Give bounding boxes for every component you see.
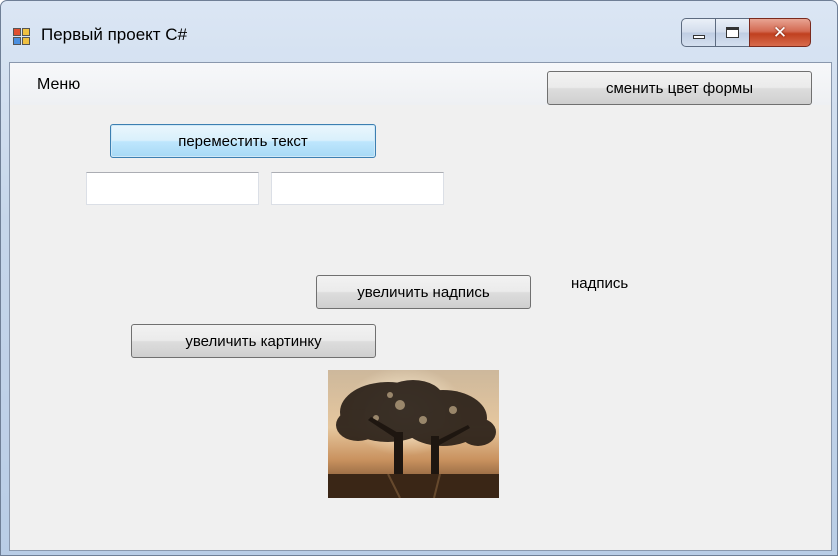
close-icon: ✕ <box>772 22 788 43</box>
tree-picture <box>328 370 499 498</box>
move-text-button[interactable]: переместить текст <box>110 124 376 158</box>
maximize-button[interactable] <box>715 18 749 47</box>
window-title: Первый проект C# <box>41 25 188 44</box>
app-icon[interactable] <box>13 28 31 46</box>
minimize-icon <box>692 34 705 39</box>
close-button[interactable]: ✕ <box>749 18 811 47</box>
title-bar[interactable]: Первый проект C# ✕ <box>1 1 837 61</box>
maximize-icon <box>726 27 739 38</box>
enlarge-label-button[interactable]: увеличить надпись <box>316 275 531 309</box>
first-text-input[interactable] <box>86 172 259 205</box>
window-controls: ✕ <box>681 18 811 47</box>
app-window: Первый проект C# ✕ Меню сменить цвет фор… <box>0 0 838 556</box>
enlarge-picture-button[interactable]: увеличить картинку <box>131 324 376 358</box>
form-client-area: Меню сменить цвет формы переместить текс… <box>9 62 832 551</box>
menu-item-menu[interactable]: Меню <box>37 76 80 94</box>
second-text-input[interactable] <box>271 172 444 205</box>
text-label: надпись <box>571 275 629 292</box>
minimize-button[interactable] <box>681 18 715 47</box>
change-form-color-button[interactable]: сменить цвет формы <box>547 71 812 105</box>
